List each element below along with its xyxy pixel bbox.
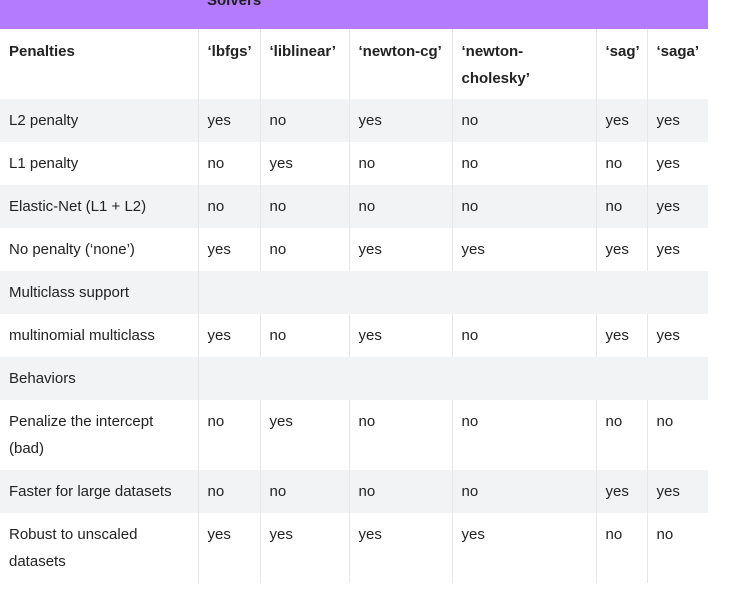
cell-newton-cg: yes: [349, 99, 453, 142]
section-filler-cell: [198, 357, 708, 400]
cell-saga: no: [647, 400, 708, 470]
solver-header-sag: ‘sag’: [596, 29, 648, 99]
solver-header-saga: ‘saga’: [647, 29, 708, 99]
table-row: L2 penalty yes no yes no yes yes: [0, 99, 708, 142]
cell-sag: no: [596, 400, 648, 470]
cell-lbfgs: no: [198, 142, 261, 185]
cell-liblinear: no: [260, 228, 350, 271]
cell-newton-cg: yes: [349, 513, 453, 583]
cell-liblinear: no: [260, 99, 350, 142]
row-label: L2 penalty: [0, 99, 199, 142]
cell-newton-cholesky: yes: [452, 228, 597, 271]
row-label: Penalize the intercept (bad): [0, 400, 199, 470]
section-row: Multiclass support: [0, 271, 708, 314]
cell-sag: no: [596, 185, 648, 228]
table-row: No penalty (‘none’) yes no yes yes yes y…: [0, 228, 708, 271]
group-header-row: Solvers: [0, 0, 708, 29]
group-header-blank-cell: [0, 0, 198, 29]
cell-liblinear: yes: [260, 142, 350, 185]
cell-lbfgs: no: [198, 400, 261, 470]
solver-header-liblinear: ‘liblinear’: [260, 29, 350, 99]
table-row: Faster for large datasets no no no no ye…: [0, 470, 708, 513]
table-row: L1 penalty no yes no no no yes: [0, 142, 708, 185]
row-label: Elastic-Net (L1 + L2): [0, 185, 199, 228]
cell-liblinear: yes: [260, 513, 350, 583]
cell-sag: yes: [596, 470, 648, 513]
solver-header-newton-cholesky: ‘newton-cholesky’: [452, 29, 597, 99]
cell-newton-cholesky: yes: [452, 513, 597, 583]
table-row: Elastic-Net (L1 + L2) no no no no no yes: [0, 185, 708, 228]
row-label: L1 penalty: [0, 142, 199, 185]
cell-liblinear: no: [260, 314, 350, 357]
cell-sag: no: [596, 142, 648, 185]
cell-sag: yes: [596, 314, 648, 357]
cell-newton-cholesky: no: [452, 314, 597, 357]
cell-newton-cg: no: [349, 400, 453, 470]
cell-liblinear: no: [260, 470, 350, 513]
solver-comparison-container: Solvers Penalties ‘lbfgs’ ‘liblinear’ ‘n…: [0, 0, 708, 587]
cell-newton-cholesky: no: [452, 400, 597, 470]
cell-newton-cg: yes: [349, 314, 453, 357]
cell-newton-cg: no: [349, 142, 453, 185]
section-label-behaviors: Behaviors: [0, 357, 199, 400]
cell-newton-cholesky: no: [452, 142, 597, 185]
cell-sag: yes: [596, 228, 648, 271]
cell-newton-cholesky: no: [452, 470, 597, 513]
section-row: Behaviors: [0, 357, 708, 400]
row-label: No penalty (‘none’): [0, 228, 199, 271]
cell-newton-cg: yes: [349, 228, 453, 271]
row-label: Faster for large datasets: [0, 470, 199, 513]
table-row: Robust to unscaled datasets yes yes yes …: [0, 513, 708, 583]
solvers-group-label: Solvers: [207, 0, 262, 9]
penalties-column-header: Penalties: [0, 29, 199, 99]
solver-header-lbfgs: ‘lbfgs’: [198, 29, 261, 99]
cell-lbfgs: yes: [198, 513, 261, 583]
cell-sag: yes: [596, 99, 648, 142]
section-label-multiclass: Multiclass support: [0, 271, 199, 314]
cell-saga: yes: [647, 470, 708, 513]
cell-lbfgs: yes: [198, 228, 261, 271]
cell-newton-cg: no: [349, 185, 453, 228]
column-header-row: Penalties ‘lbfgs’ ‘liblinear’ ‘newton-cg…: [0, 29, 708, 99]
row-label: multinomial multiclass: [0, 314, 199, 357]
cell-saga: yes: [647, 228, 708, 271]
cell-saga: yes: [647, 314, 708, 357]
cell-sag: no: [596, 513, 648, 583]
cell-newton-cholesky: no: [452, 185, 597, 228]
solver-comparison-table: Solvers Penalties ‘lbfgs’ ‘liblinear’ ‘n…: [0, 0, 708, 583]
cell-lbfgs: no: [198, 470, 261, 513]
cell-lbfgs: yes: [198, 314, 261, 357]
section-filler-cell: [198, 271, 708, 314]
cell-lbfgs: no: [198, 185, 261, 228]
solver-header-newton-cg: ‘newton-cg’: [349, 29, 453, 99]
cell-lbfgs: yes: [198, 99, 261, 142]
table-row: multinomial multiclass yes no yes no yes…: [0, 314, 708, 357]
cell-saga: yes: [647, 142, 708, 185]
cell-newton-cg: no: [349, 470, 453, 513]
cell-newton-cholesky: no: [452, 99, 597, 142]
cell-liblinear: no: [260, 185, 350, 228]
row-label: Robust to unscaled datasets: [0, 513, 199, 583]
cell-saga: no: [647, 513, 708, 583]
table-row: Penalize the intercept (bad) no yes no n…: [0, 400, 708, 470]
solvers-group-header: Solvers: [198, 0, 708, 29]
cell-saga: yes: [647, 99, 708, 142]
cell-saga: yes: [647, 185, 708, 228]
cell-liblinear: yes: [260, 400, 350, 470]
